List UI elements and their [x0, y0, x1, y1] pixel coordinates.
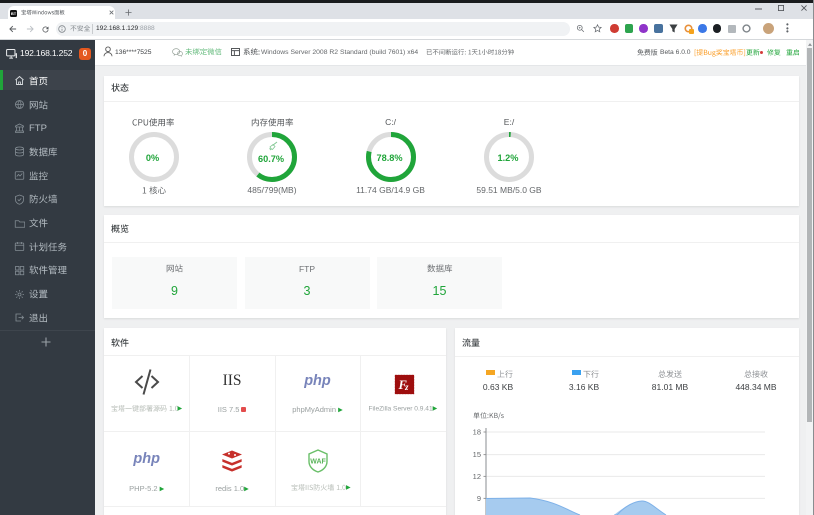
svg-text:12: 12	[473, 472, 481, 481]
svg-text:9: 9	[477, 494, 481, 503]
svg-text:15: 15	[473, 450, 481, 459]
svg-text:z: z	[404, 382, 409, 392]
svg-text:WAF: WAF	[310, 459, 326, 466]
svg-text:18: 18	[473, 428, 481, 437]
